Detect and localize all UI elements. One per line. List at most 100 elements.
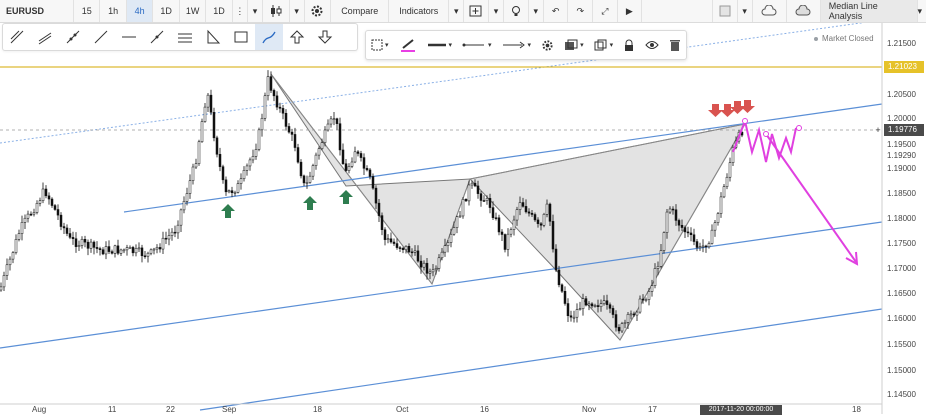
line-style-picker[interactable]: ▾ (457, 31, 497, 59)
candle-body (60, 215, 62, 226)
projection-zigzag[interactable] (733, 121, 796, 162)
candle-body (306, 182, 308, 183)
channel-icon[interactable] (31, 24, 59, 50)
candle-body (222, 167, 224, 180)
segment-icon[interactable] (87, 24, 115, 50)
channel-lower-line[interactable] (200, 309, 882, 410)
add-alert-icon[interactable] (464, 0, 489, 22)
candle-body (486, 198, 488, 200)
candle-body (351, 162, 353, 166)
candle-body (240, 179, 242, 184)
drag-handle-icon[interactable]: ▾ (366, 31, 394, 59)
candle-body (285, 113, 287, 126)
projection-handle[interactable] (764, 132, 769, 137)
arrow-up-markers[interactable] (221, 190, 353, 218)
dropdown-chevron-icon[interactable]: ▾ (489, 0, 504, 22)
candle-body (555, 249, 557, 270)
candle-body (507, 234, 509, 249)
candle-body (93, 242, 95, 247)
eye-icon[interactable] (640, 31, 664, 59)
candle-body (69, 234, 71, 238)
candle-body (6, 265, 8, 276)
compare-button[interactable]: Compare (331, 0, 389, 22)
candle-style-icon[interactable] (263, 0, 289, 22)
price-chart[interactable] (0, 0, 926, 414)
cloud-save-icon[interactable] (787, 0, 821, 22)
add-price-icon[interactable]: + (872, 124, 884, 136)
arrow-down-icon[interactable] (311, 24, 339, 50)
interval-1d[interactable]: 1D (153, 0, 179, 22)
candle-body (609, 305, 611, 309)
median-line-analysis-label[interactable]: Median Line Analysis (821, 0, 918, 22)
trash-icon[interactable] (664, 31, 686, 59)
candle-body (339, 124, 341, 150)
triangle-icon[interactable] (199, 24, 227, 50)
projection-handle[interactable] (743, 119, 748, 124)
candle-body (189, 181, 191, 194)
dropdown-chevron-icon[interactable]: ▾ (738, 0, 753, 22)
candle-body (480, 194, 482, 201)
top-toolbar: EURUSD 15 1h 4h 1D 1W 1D ⋮ ▾ ▾ Compare I… (0, 0, 926, 23)
candle-body (300, 162, 302, 176)
projection-handle[interactable] (797, 126, 802, 131)
interval-more-icon[interactable]: ⋮ (233, 0, 248, 22)
candle-body (75, 239, 77, 247)
dropdown-chevron-icon[interactable]: ▾ (918, 0, 926, 22)
dropdown-chevron-icon[interactable]: ▾ (290, 0, 305, 22)
candle-body (528, 212, 530, 213)
candle-body (195, 164, 197, 167)
trendline-angle-icon[interactable] (3, 24, 31, 50)
candle-body (96, 247, 98, 248)
replay-icon[interactable]: ▶ (618, 0, 643, 22)
brush-icon[interactable] (255, 24, 283, 50)
candle-body (168, 236, 170, 239)
lock-icon[interactable] (618, 31, 640, 59)
candle-body (366, 168, 368, 170)
redo-icon[interactable]: ↷ (568, 0, 593, 22)
candle-body (42, 189, 44, 201)
interval-1w[interactable]: 1W (180, 0, 206, 22)
candle-body (717, 214, 719, 223)
line-width-picker[interactable]: ▾ (422, 31, 458, 59)
candle-body (561, 285, 563, 291)
interval-4h[interactable]: 4h (127, 0, 153, 22)
rectangle-icon[interactable] (227, 24, 255, 50)
layout-square-icon[interactable] (713, 0, 738, 22)
settings-gear-icon[interactable] (305, 0, 331, 22)
candle-body (312, 166, 314, 177)
candle-body (630, 314, 632, 315)
candle-body (576, 310, 578, 318)
horizontal-line-icon[interactable] (115, 24, 143, 50)
harmonic-pattern-left[interactable] (271, 74, 470, 284)
candle-body (327, 124, 329, 130)
line-end-picker[interactable]: ▾ (497, 31, 537, 59)
settings-gear-icon[interactable] (536, 31, 559, 59)
interval-15[interactable]: 15 (74, 0, 100, 22)
candle-body (678, 220, 680, 225)
line-color-picker[interactable] (394, 31, 422, 59)
dropdown-chevron-icon[interactable]: ▾ (529, 0, 544, 22)
interval-1d-alt[interactable]: 1D (206, 0, 232, 22)
ray-icon[interactable] (59, 24, 87, 50)
candle-body (696, 242, 698, 248)
clone-icon[interactable]: ▾ (589, 31, 619, 59)
undo-icon[interactable]: ↶ (544, 0, 569, 22)
parallel-lines-icon[interactable] (171, 24, 199, 50)
interval-1h[interactable]: 1h (100, 0, 126, 22)
cloud-load-icon[interactable] (753, 0, 787, 22)
projection-arrow-line[interactable] (766, 134, 856, 262)
fullscreen-icon[interactable]: ⤢ (593, 0, 618, 22)
bulb-icon[interactable] (504, 0, 529, 22)
symbol-search[interactable]: EURUSD (0, 0, 74, 22)
dropdown-chevron-icon[interactable]: ▾ (248, 0, 263, 22)
visibility-layers-icon[interactable]: ▾ (559, 31, 589, 59)
candle-body (264, 96, 266, 118)
arrow-up-icon[interactable] (283, 24, 311, 50)
pitchfork-icon[interactable] (143, 24, 171, 50)
dropdown-chevron-icon[interactable]: ▾ (449, 0, 464, 22)
candle-body (459, 216, 461, 217)
arrow-down-icon (740, 100, 755, 113)
arrow-down-markers[interactable] (708, 100, 755, 117)
indicators-button[interactable]: Indicators (389, 0, 449, 22)
candle-body (501, 232, 503, 235)
